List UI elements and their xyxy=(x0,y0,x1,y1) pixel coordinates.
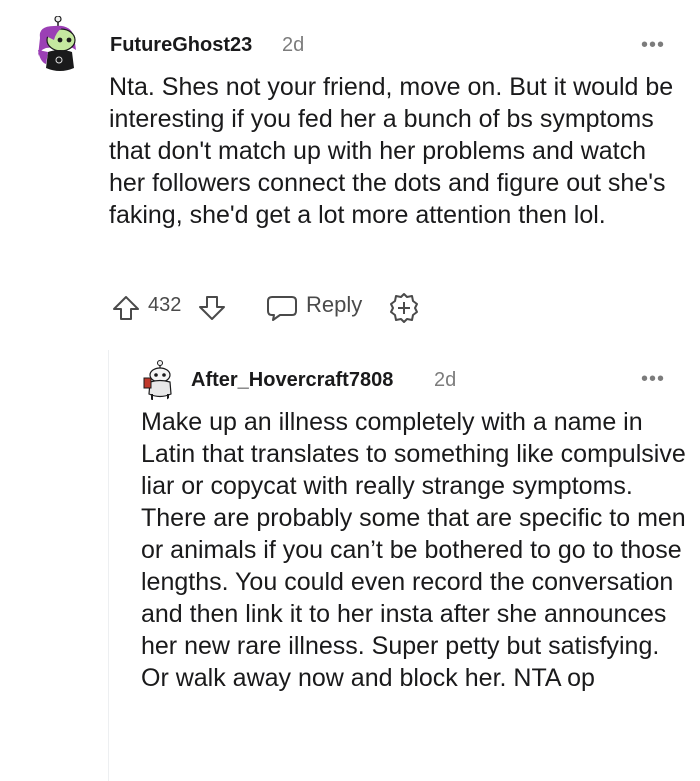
reply-label: Reply xyxy=(306,292,363,317)
reply-icon xyxy=(267,296,297,321)
reply-age: 2d xyxy=(434,369,457,391)
downvote-icon[interactable] xyxy=(198,294,226,322)
comment-age: 2d xyxy=(282,34,305,56)
reply-avatar[interactable] xyxy=(142,360,176,402)
avatar-snoo-icon xyxy=(38,16,76,71)
thread-line[interactable] xyxy=(108,350,109,781)
reply-username[interactable]: After_Hovercraft7808 xyxy=(191,369,393,392)
award-icon[interactable] xyxy=(388,292,420,324)
vote-score: 432 xyxy=(148,294,182,316)
reply-button[interactable]: Reply xyxy=(266,290,396,324)
comment: FutureGhost23 2d ••• Nta. Shes not your … xyxy=(0,0,700,781)
reply-more-options-button[interactable]: ••• xyxy=(641,369,665,389)
upvote-icon[interactable] xyxy=(112,294,140,322)
avatar[interactable] xyxy=(34,16,84,78)
comment-username[interactable]: FutureGhost23 xyxy=(110,34,252,57)
comment-actions: 432 Reply xyxy=(108,290,438,324)
reply-body: Make up an illness completely with a nam… xyxy=(141,408,686,692)
avatar-snoo-icon xyxy=(143,360,172,400)
more-options-button[interactable]: ••• xyxy=(641,35,665,55)
comment-body: Nta. Shes not your friend, move on. But … xyxy=(109,73,674,229)
